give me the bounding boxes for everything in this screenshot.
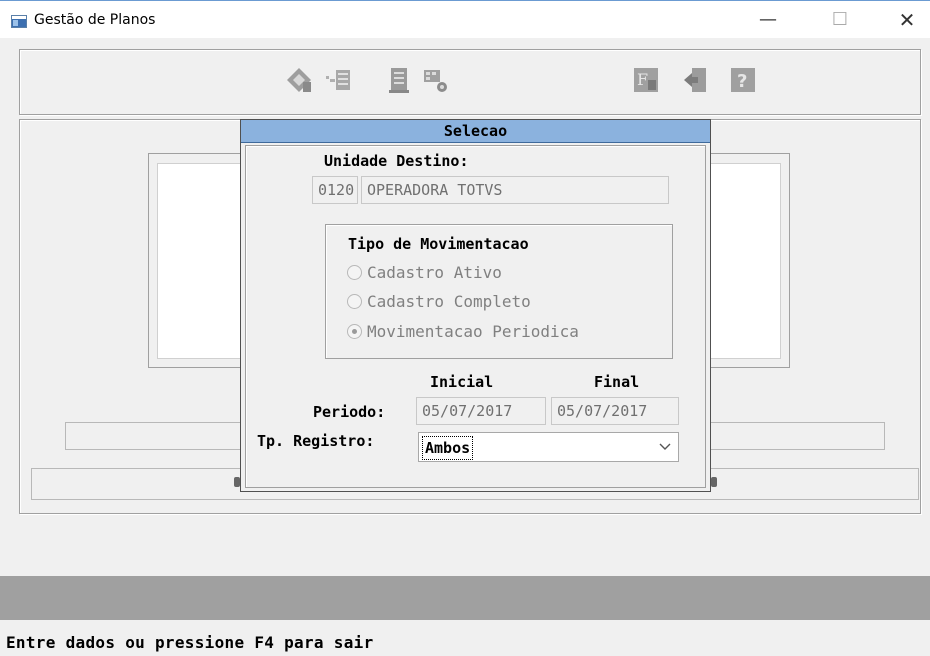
- maximize-button[interactable]: ☐: [817, 7, 863, 33]
- inicial-label: Inicial: [430, 373, 494, 391]
- help-icon[interactable]: ?: [727, 64, 759, 96]
- bottom-bar: [0, 576, 930, 620]
- unidade-destino-label: Unidade Destino:: [324, 152, 469, 170]
- toolbar-panel: [19, 49, 921, 115]
- radio-button-icon[interactable]: [347, 294, 362, 309]
- periodo-label: Periodo:: [313, 403, 386, 421]
- unidade-code-field[interactable]: 0120: [312, 176, 358, 204]
- exit-door-icon[interactable]: [680, 64, 712, 96]
- chevron-down-icon[interactable]: [658, 439, 672, 453]
- dialog-title: Selecao: [241, 120, 710, 143]
- unidade-name-field[interactable]: OPERADORA TOTVS: [361, 176, 669, 204]
- tp-registro-value: Ambos: [422, 436, 474, 460]
- svg-text:F: F: [637, 70, 648, 89]
- svg-text:?: ?: [737, 71, 747, 92]
- window-title: Gestão de Planos: [34, 12, 156, 28]
- tipo-movimentacao-group: Tipo de Movimentacao Cadastro Ativo Cada…: [325, 224, 673, 359]
- app-window-icon: [11, 15, 27, 28]
- radio-label: Cadastro Ativo: [367, 263, 502, 282]
- periodo-final-field[interactable]: 05/07/2017: [551, 397, 679, 425]
- background-text-fragment: [711, 477, 717, 487]
- status-message: Entre dados ou pressione F4 para sair: [6, 633, 374, 652]
- tp-registro-select[interactable]: Ambos: [418, 432, 679, 462]
- document-icon[interactable]: [383, 64, 415, 96]
- radio-button-checked-icon[interactable]: [347, 324, 362, 339]
- tipo-movimentacao-label: Tipo de Movimentacao: [348, 235, 529, 253]
- window-titlebar: Gestão de Planos — ☐ ✕: [0, 0, 930, 38]
- close-button[interactable]: ✕: [884, 7, 930, 33]
- minimize-button[interactable]: —: [745, 7, 791, 33]
- settings-grid-icon[interactable]: [420, 64, 452, 96]
- selection-dialog: Selecao Unidade Destino: 0120 OPERADORA …: [240, 119, 711, 492]
- periodo-inicial-field[interactable]: 05/07/2017: [416, 397, 546, 425]
- list-icon[interactable]: [322, 64, 354, 96]
- edit-icon[interactable]: [283, 64, 315, 96]
- radio-cadastro-completo[interactable]: Cadastro Completo: [347, 292, 531, 311]
- font-icon[interactable]: F: [630, 64, 662, 96]
- final-label: Final: [594, 373, 640, 391]
- radio-label: Movimentacao Periodica: [367, 322, 579, 341]
- radio-cadastro-ativo[interactable]: Cadastro Ativo: [347, 263, 502, 282]
- radio-button-icon[interactable]: [347, 265, 362, 280]
- radio-movimentacao-periodica[interactable]: Movimentacao Periodica: [347, 322, 579, 341]
- tp-registro-label: Tp. Registro:: [257, 432, 375, 450]
- radio-label: Cadastro Completo: [367, 292, 531, 311]
